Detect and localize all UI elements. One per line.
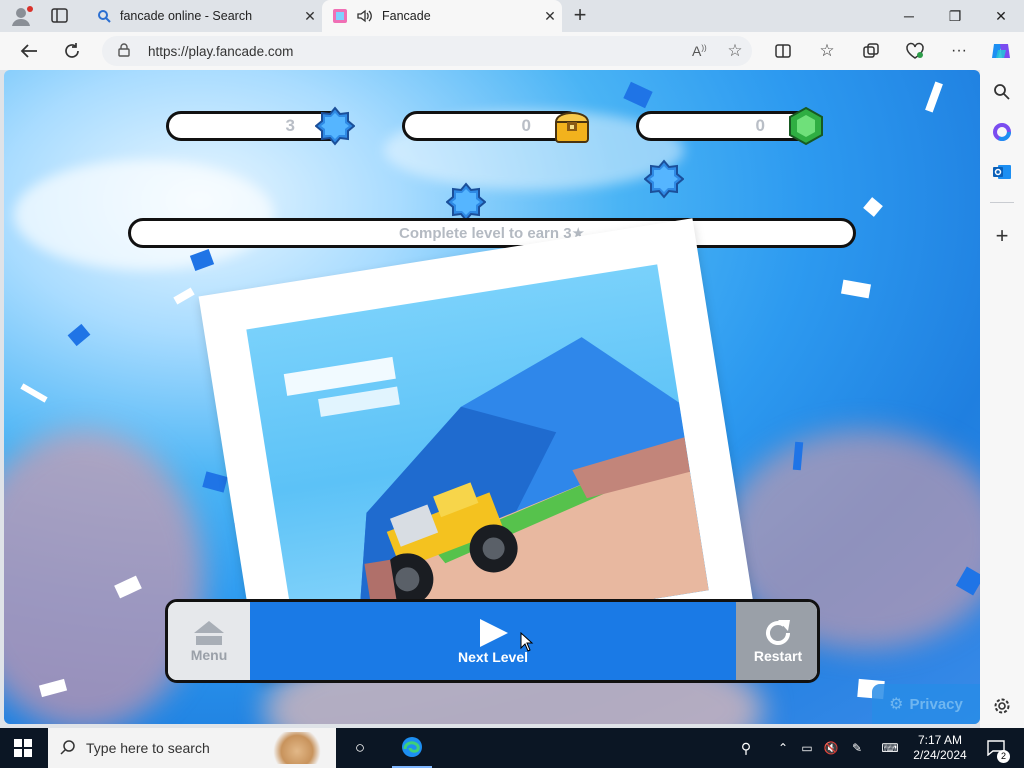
confetti <box>623 81 653 109</box>
blue-star-badge-icon <box>315 106 355 146</box>
gem-count: 0 <box>755 116 765 135</box>
tab-title: fancade online - Search <box>120 9 253 23</box>
windows-start-icon[interactable] <box>14 739 32 757</box>
chest-count: 0 <box>521 116 531 135</box>
tab-search[interactable]: fancade online - Search ✕ <box>86 0 322 32</box>
settings-gear-icon[interactable] <box>988 692 1016 720</box>
privacy-button[interactable]: ⚙ Privacy <box>872 684 980 724</box>
lock-icon[interactable] <box>118 42 140 60</box>
level-controls: Menu Next Level Restart <box>165 599 820 683</box>
clock-date: 2/24/2024 <box>913 748 967 762</box>
favorite-star-icon[interactable]: ☆ <box>718 41 752 61</box>
tab-bar: fancade online - Search ✕ Fancade ✕ + ─ … <box>0 0 1024 32</box>
url-text[interactable]: https://play.fancade.com <box>148 44 692 59</box>
home-icon <box>194 621 224 645</box>
close-tab-icon[interactable]: ✕ <box>298 8 322 25</box>
split-screen-icon[interactable] <box>768 36 798 66</box>
game-canvas[interactable]: 3 0 0 Complete level to earn 3★ Menu Nex… <box>4 70 980 724</box>
profile-icon[interactable] <box>10 5 34 27</box>
menu-label: Menu <box>190 647 228 663</box>
refresh-icon[interactable] <box>57 36 87 66</box>
address-toolbar: https://play.fancade.com A)) ☆ ☆ ··· <box>0 32 1024 70</box>
stars-count: 3 <box>285 116 295 135</box>
people-icon[interactable]: ⚲ <box>732 728 760 768</box>
tab-title: Fancade <box>382 9 431 23</box>
outlook-icon[interactable] <box>988 158 1016 186</box>
browser-essentials-icon[interactable] <box>900 36 930 66</box>
address-bar[interactable]: https://play.fancade.com A)) ☆ <box>102 36 752 66</box>
collections-icon[interactable] <box>856 36 886 66</box>
confetti <box>20 383 48 403</box>
restart-button[interactable]: Restart <box>736 602 817 680</box>
windows-taskbar: Type here to search ○ ⚲ ⌃ ▭ 🔇 ✎ ⌨ 7:17 A… <box>0 728 1024 768</box>
tab-actions-icon[interactable] <box>50 7 70 25</box>
clock[interactable]: 7:17 AM 2/24/2024 <box>908 728 972 768</box>
confetti <box>925 81 943 113</box>
keyboard-icon[interactable]: ⌨ <box>876 728 904 768</box>
privacy-label: Privacy <box>909 695 963 713</box>
taskbar-search-box[interactable]: Type here to search <box>48 728 336 768</box>
confetti <box>67 323 91 347</box>
favorites-icon[interactable]: ☆ <box>812 36 842 66</box>
restore-icon[interactable]: ❐ <box>932 0 978 32</box>
next-level-label: Next Level <box>457 649 529 665</box>
blue-star-badge-icon <box>446 182 486 222</box>
copilot-icon[interactable] <box>986 36 1016 66</box>
close-window-icon[interactable]: ✕ <box>978 0 1024 32</box>
search-placeholder: Type here to search <box>86 740 210 756</box>
confetti <box>173 287 195 305</box>
new-tab-button[interactable]: + <box>568 2 592 30</box>
play-icon <box>480 619 508 647</box>
pen-icon[interactable]: ✎ <box>846 728 868 768</box>
show-hidden-icons[interactable]: ⌃ <box>774 728 792 768</box>
level-scene <box>246 264 709 656</box>
level-progress-bar: Complete level to earn 3★ <box>128 218 856 248</box>
fancade-favicon <box>332 8 348 24</box>
more-options-icon[interactable]: ··· <box>944 36 974 66</box>
close-tab-icon[interactable]: ✕ <box>538 8 562 25</box>
confetti <box>840 279 872 299</box>
treasure-chest-icon <box>554 112 590 143</box>
edge-taskbar-icon[interactable] <box>392 728 432 768</box>
cloud <box>14 160 274 270</box>
tab-fancade[interactable]: Fancade ✕ <box>322 0 562 32</box>
search-icon[interactable] <box>988 78 1016 106</box>
next-level-button[interactable]: Next Level <box>250 602 736 680</box>
restart-icon <box>766 620 790 645</box>
mouse-cursor-icon <box>520 632 534 652</box>
edge-sidebar: + <box>980 70 1024 728</box>
notifications-icon[interactable]: 2 <box>982 728 1010 768</box>
notification-count: 2 <box>997 750 1010 763</box>
network-icon[interactable]: ▭ <box>796 728 818 768</box>
speaker-icon[interactable] <box>356 9 374 23</box>
volume-muted-icon[interactable]: 🔇 <box>820 728 842 768</box>
gear-icon: ⚙ <box>889 696 904 713</box>
confetti <box>863 197 883 217</box>
minimize-icon[interactable]: ─ <box>886 0 932 32</box>
restart-label: Restart <box>753 648 803 664</box>
search-highlight-image <box>272 732 322 764</box>
task-view-icon[interactable]: ○ <box>344 728 376 768</box>
blue-star-badge-icon <box>644 159 684 199</box>
search-icon <box>96 8 112 24</box>
m365-icon[interactable] <box>988 118 1016 146</box>
confetti <box>202 471 228 493</box>
back-icon[interactable] <box>14 36 44 66</box>
sidebar-divider <box>990 202 1014 203</box>
green-gem-icon <box>789 106 823 146</box>
search-icon <box>60 739 76 758</box>
read-aloud-icon[interactable]: A)) <box>692 43 718 59</box>
clock-time: 7:17 AM <box>917 733 963 747</box>
add-icon[interactable]: + <box>988 222 1016 250</box>
menu-button[interactable]: Menu <box>168 602 250 680</box>
